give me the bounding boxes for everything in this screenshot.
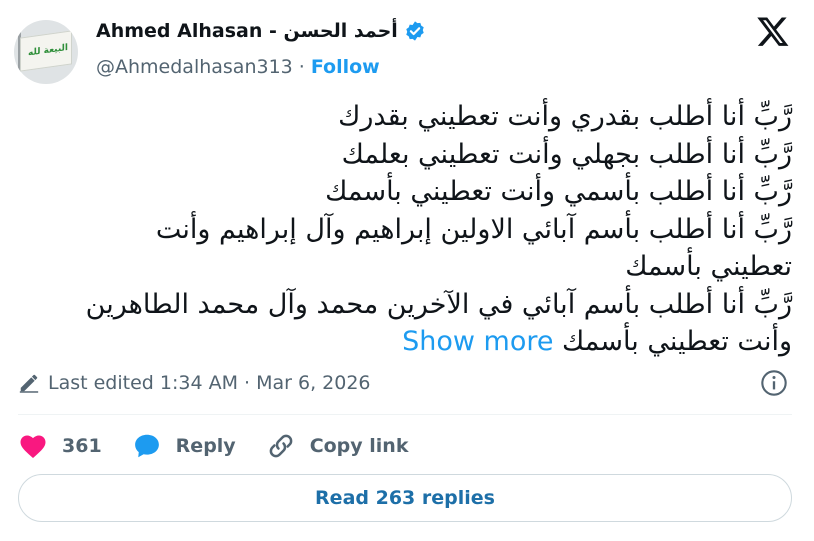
copy-link-button[interactable]: Copy link <box>266 431 409 461</box>
follow-button[interactable]: Follow <box>311 56 380 78</box>
pencil-icon <box>19 374 39 393</box>
reply-bubble-icon <box>134 434 159 458</box>
heart-icon <box>20 435 46 458</box>
tweet-text: رَّبِّ أنا أطلب بقدري وأنت تعطيني بقدرك … <box>20 98 792 361</box>
author-handle[interactable]: @Ahmedalhasan313 <box>96 56 293 78</box>
link-icon <box>269 434 293 458</box>
copy-link-label: Copy link <box>309 435 409 457</box>
tweet-last-line: وأنت تعطيني بأسمك Show more <box>20 323 792 361</box>
read-replies-button[interactable]: Read 263 replies <box>18 474 792 522</box>
separator-dot: · <box>298 56 305 78</box>
info-icon[interactable] <box>760 369 788 397</box>
action-bar: 361 Reply Copy link <box>18 426 438 466</box>
tweet-meta: Last edited 1:34 AM · Mar 6, 2026 <box>18 367 796 399</box>
reply-button[interactable]: Reply <box>132 431 236 461</box>
tweet-header: البيعة لله Ahmed Alhasan - أحمد الحسن @A… <box>14 14 800 84</box>
tweet-line: رَّبِّ أنا أطلب بقدري وأنت تعطيني بقدرك <box>338 101 792 132</box>
tweet-line: تعطيني بأسمك <box>625 251 792 282</box>
author-name-line: Ahmed Alhasan - أحمد الحسن <box>96 20 426 42</box>
tweet-line: رَّبِّ أنا أطلب بجهلي وأنت تعطيني بعلمك <box>341 138 792 170</box>
reply-label: Reply <box>175 435 236 457</box>
edited-timestamp[interactable]: Last edited 1:34 AM · Mar 6, 2026 <box>48 372 371 394</box>
flag-text: البيعة لله <box>28 42 68 59</box>
like-button[interactable]: 361 <box>18 431 102 461</box>
author-name[interactable]: Ahmed Alhasan - أحمد الحسن <box>96 20 398 42</box>
divider <box>18 414 792 415</box>
flag-image: البيعة لله <box>20 30 72 72</box>
show-more-link[interactable]: Show more <box>402 326 553 357</box>
like-count: 361 <box>62 435 102 457</box>
tweet-line: رَّبِّ أنا أطلب بأسم آبائي في الآخرين مح… <box>85 288 792 320</box>
avatar[interactable]: البيعة لله <box>14 20 78 84</box>
x-logo-icon[interactable] <box>756 14 790 48</box>
tweet-line-text: وأنت تعطيني بأسمك <box>562 326 792 357</box>
handle-line: @Ahmedalhasan313 · Follow <box>96 56 380 78</box>
tweet-line: رَّبِّ أنا أطلب بأسمي وأنت تعطيني بأسمك <box>325 176 792 207</box>
verified-badge-icon <box>406 21 424 41</box>
tweet-line: رَّبِّ أنا أطلب بأسم آبائي الاولين إبراه… <box>155 213 792 245</box>
